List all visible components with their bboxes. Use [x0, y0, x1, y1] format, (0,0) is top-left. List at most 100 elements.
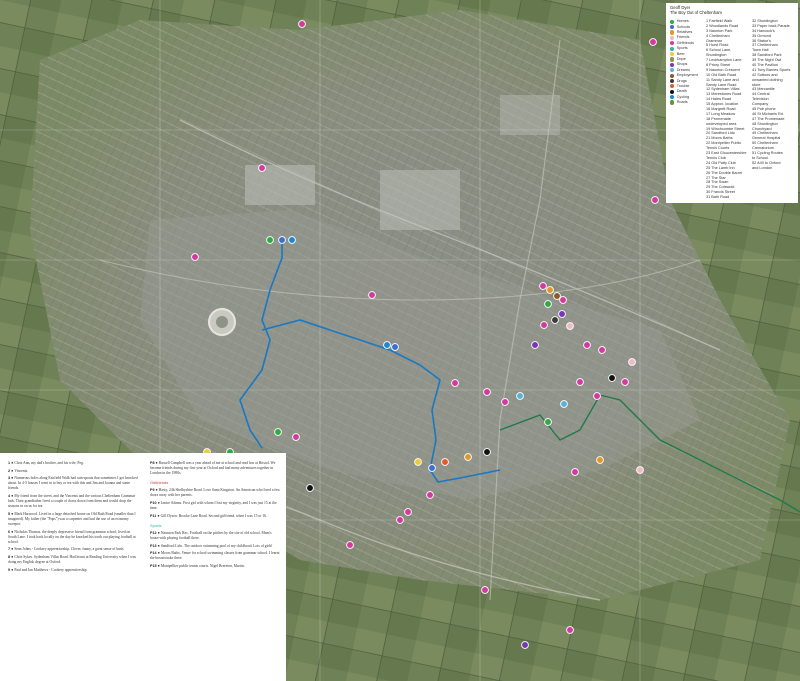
location-marker[interactable]: [404, 508, 412, 516]
location-marker[interactable]: [292, 433, 300, 441]
location-marker[interactable]: [346, 541, 354, 549]
legend-category-label: Trouble: [676, 83, 690, 88]
legend-locations-a: 1 Fairfield Walk 2 Woodlands Road 3 Naunto…: [706, 19, 750, 200]
location-marker[interactable]: [571, 468, 579, 476]
location-marker[interactable]: [621, 378, 629, 386]
location-marker[interactable]: [483, 388, 491, 396]
legend-swatch-icon: [670, 95, 675, 100]
location-marker[interactable]: [531, 341, 539, 349]
entry-text: Chris Ann, my dad's brother, and his wif…: [14, 461, 84, 465]
legend-swatch-icon: [670, 24, 675, 30]
location-marker[interactable]: [546, 286, 554, 294]
location-marker[interactable]: [583, 341, 591, 349]
legend-category-label: Cycling: [676, 94, 690, 99]
location-marker[interactable]: [539, 282, 547, 290]
legend-swatch-icon: [670, 89, 675, 94]
entry-number: P14 ●: [150, 551, 161, 556]
legend-category-label: Beer: [676, 51, 685, 56]
location-marker[interactable]: [266, 236, 274, 244]
location-marker[interactable]: [551, 316, 559, 324]
location-marker[interactable]: [521, 641, 529, 649]
location-marker[interactable]: [651, 196, 659, 204]
section-heading: Sports: [150, 522, 162, 528]
location-marker[interactable]: [553, 292, 561, 300]
entry-paragraph: P13 ● Sandford Lido. The outdoor swimmin…: [150, 544, 280, 549]
location-marker[interactable]: [516, 392, 524, 400]
location-marker[interactable]: [628, 358, 636, 366]
location-marker[interactable]: [649, 38, 657, 46]
entry-number: P15 ●: [150, 563, 161, 568]
legend-swatch-icon: [670, 68, 675, 73]
location-marker[interactable]: [540, 321, 548, 329]
legend-category-label: Schools: [676, 24, 691, 29]
location-marker[interactable]: [278, 236, 286, 244]
legend-swatch-icon: [670, 51, 675, 57]
location-marker[interactable]: [636, 466, 644, 474]
entry-paragraph: P12 ● Naunton Park Rec. Football on the …: [150, 531, 280, 541]
legend-category-label: Shops: [676, 62, 688, 67]
legend-swatch-icon: [670, 100, 675, 105]
entry-text: Nicholas Thomas, the deeply depressive f…: [8, 529, 136, 544]
entry-paragraph: P14 ● Moors Baths. Venue for school swim…: [150, 551, 280, 561]
location-marker[interactable]: [501, 398, 509, 406]
entry-text: Numerous holes along Fairfield Walk had …: [8, 476, 138, 491]
map-sheet: { "legend": { "title_line1": "Geoff Dyer…: [0, 0, 800, 681]
location-marker[interactable]: [258, 164, 266, 172]
location-marker[interactable]: [191, 253, 199, 261]
location-marker[interactable]: [544, 418, 552, 426]
legend-category-label: Death: [676, 89, 687, 94]
entry-text: Montpellier public tennis courts. Nigel …: [160, 563, 245, 568]
location-marker[interactable]: [544, 300, 552, 308]
map-legend: Geoff Dyer The Boy Out of Cheltenham Hom…: [666, 3, 798, 203]
entry-paragraph: P8 ● Russell Campbell was a year ahead o…: [150, 461, 280, 476]
location-marker[interactable]: [274, 428, 282, 436]
legend-category-label: Employment: [676, 73, 698, 78]
location-marker[interactable]: [368, 291, 376, 299]
legend-categories: Homes Schools Relatives Friends Girlfriends S…: [670, 19, 706, 105]
entry-number: P9 ●: [150, 488, 159, 493]
text-panel: 1 ● Chris Ann, my dad's brother, and his…: [0, 453, 286, 681]
location-marker[interactable]: [593, 392, 601, 400]
location-marker[interactable]: [596, 456, 604, 464]
location-marker[interactable]: [481, 586, 489, 594]
location-marker[interactable]: [560, 400, 568, 408]
entry-text: Hasty, 24b Shelbyshire Road. Love Sami K…: [150, 488, 280, 498]
entry-number: P12 ●: [150, 530, 161, 535]
location-marker[interactable]: [566, 626, 574, 634]
entry-text: Naunton Park Rec. Football on the pitche…: [150, 530, 272, 541]
location-marker[interactable]: [566, 322, 574, 330]
location-marker[interactable]: [441, 458, 449, 466]
entry-text: Paul and Ian Matthews - Cookery apprenti…: [14, 567, 88, 572]
entry-paragraph: 8 ● Chris Sykes. Sydenham Villas Road. H…: [8, 555, 138, 565]
location-marker[interactable]: [391, 343, 399, 351]
text-column-2: P8 ● Russell Campbell was a year ahead o…: [150, 461, 280, 572]
legend-category-label: Drugs: [676, 78, 687, 83]
location-marker[interactable]: [608, 374, 616, 382]
entry-paragraph: 2 ● Vincents.: [8, 469, 138, 474]
location-marker[interactable]: [288, 236, 296, 244]
legend-category-label: Roads: [676, 100, 688, 105]
location-marker[interactable]: [598, 346, 606, 354]
location-marker[interactable]: [576, 378, 584, 386]
location-marker[interactable]: [306, 484, 314, 492]
entry-paragraph: P15 ● Montpellier public tennis courts. …: [150, 564, 280, 569]
location-marker[interactable]: [464, 453, 472, 461]
entry-number: P13 ●: [150, 543, 161, 548]
location-marker[interactable]: [298, 20, 306, 28]
location-marker[interactable]: [483, 448, 491, 456]
entry-text: My friend from the street, and the Vince…: [8, 493, 136, 509]
location-marker[interactable]: [428, 464, 436, 472]
location-marker[interactable]: [396, 516, 404, 524]
legend-location: 31 Bath Road: [706, 195, 730, 200]
entry-text: Mark Harwood. Lived in a large detached …: [8, 511, 136, 526]
legend-category-label: Friends: [676, 35, 690, 40]
section-heading: Girlfriends: [150, 480, 169, 486]
legend-subtitle: The Boy Out of Cheltenham: [670, 10, 722, 15]
location-marker[interactable]: [559, 296, 567, 304]
location-marker[interactable]: [414, 458, 422, 466]
location-marker[interactable]: [426, 491, 434, 499]
entry-paragraph: P9 ● Hasty, 24b Shelbyshire Road. Love S…: [150, 488, 280, 498]
location-marker[interactable]: [558, 310, 566, 318]
location-marker[interactable]: [383, 341, 391, 349]
location-marker[interactable]: [451, 379, 459, 387]
